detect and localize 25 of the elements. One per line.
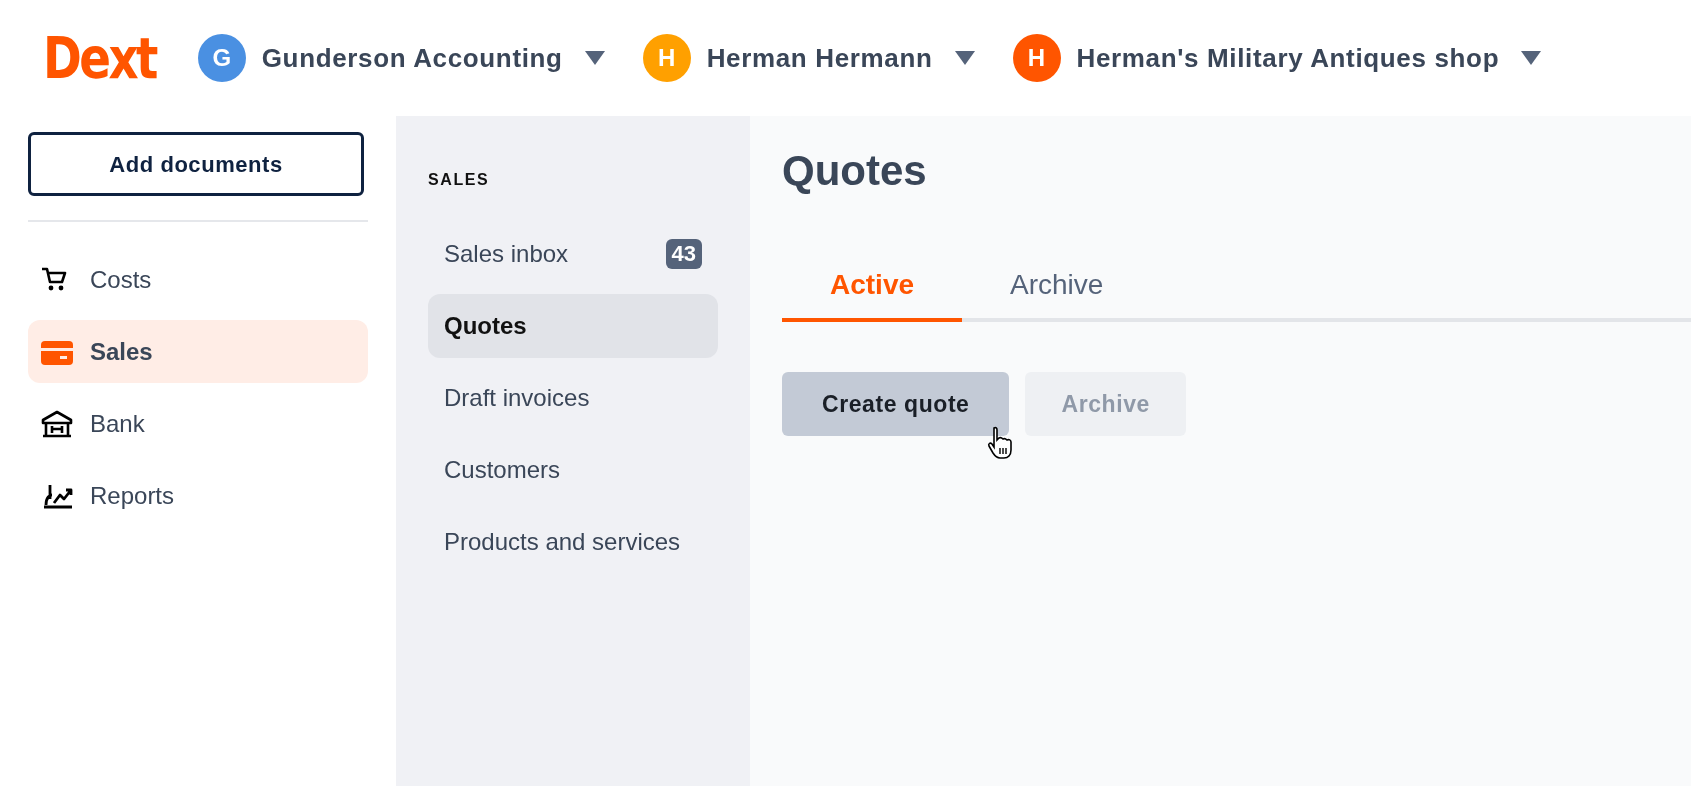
create-quote-button[interactable]: Create quote	[782, 372, 1010, 436]
subnav-item[interactable]: Products and services	[428, 510, 718, 574]
count-badge: 43	[665, 239, 702, 269]
add-documents-button[interactable]: Add documents	[28, 132, 364, 196]
caret-icon	[1521, 51, 1542, 65]
subnav-item[interactable]: Draft invoices	[428, 366, 718, 430]
account-switcher[interactable]: H Herman Hermann	[642, 34, 975, 82]
avatar: H	[1012, 34, 1061, 82]
tab[interactable]: Archive	[962, 252, 1152, 322]
caret-icon	[584, 51, 605, 65]
avatar: G	[197, 34, 246, 82]
subnav-item[interactable]: Customers	[428, 438, 718, 502]
caret-icon	[954, 51, 975, 65]
nav-item[interactable]: Costs	[28, 248, 368, 311]
page-title: Quotes	[782, 150, 928, 192]
bank-icon	[40, 408, 74, 439]
account-switcher[interactable]: H Herman's Military Antiques shop	[1012, 34, 1542, 82]
subnav-item[interactable]: Sales inbox 43	[428, 222, 718, 286]
subnav-item[interactable]: Quotes	[428, 294, 718, 358]
nav-item[interactable]: Bank	[28, 392, 368, 455]
avatar: H	[642, 34, 691, 82]
section-heading: SALES	[428, 170, 491, 190]
nav-item[interactable]: Reports	[28, 464, 368, 527]
nav-item[interactable]: Sales	[28, 320, 368, 383]
account-switcher[interactable]: G Gunderson Accounting	[197, 34, 605, 82]
